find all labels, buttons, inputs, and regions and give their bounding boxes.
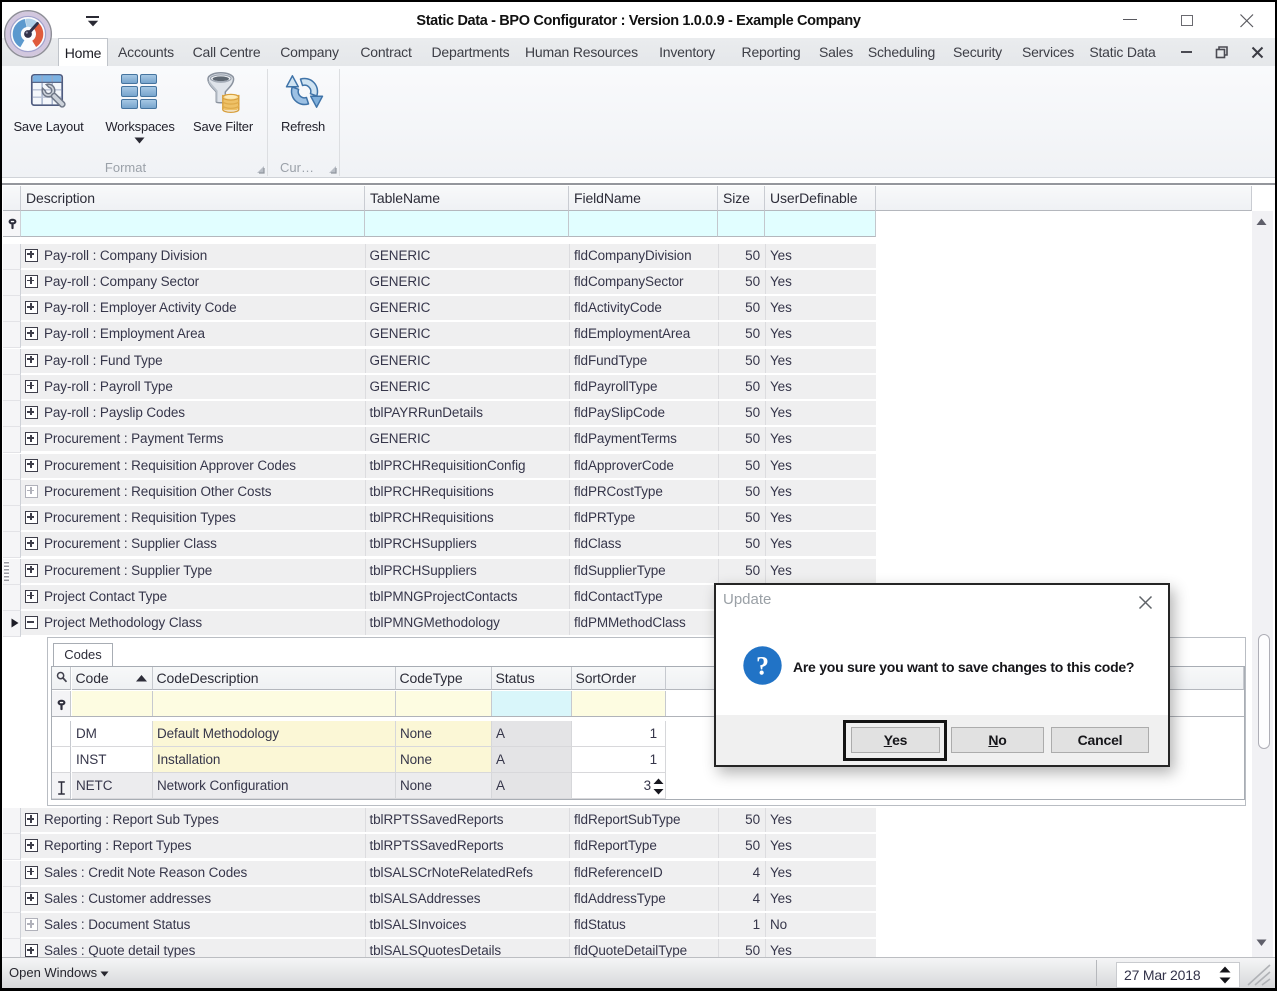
svg-text:?: ?: [756, 652, 769, 681]
